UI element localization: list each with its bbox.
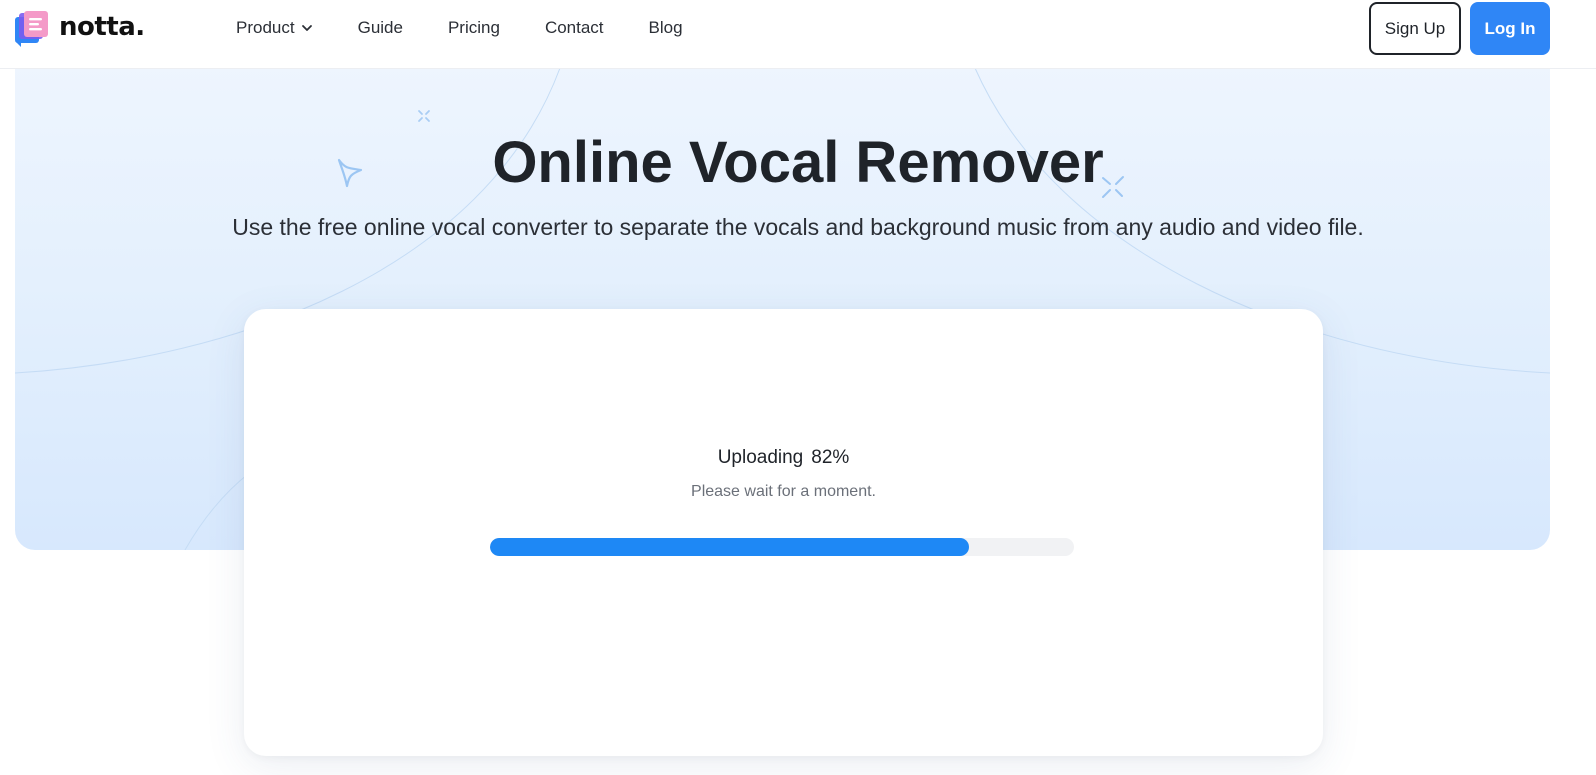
upload-progress-fill xyxy=(490,538,969,556)
nav-item-label: Contact xyxy=(544,18,604,37)
nav-item-label: Pricing xyxy=(447,18,500,37)
nav-item-blog[interactable]: Blog xyxy=(649,18,683,38)
log-in-button[interactable]: Log In xyxy=(1470,2,1550,55)
nav-item-guide[interactable]: Guide xyxy=(358,18,403,38)
main-nav: Product Guide Pricing Contact Blog xyxy=(236,16,728,40)
upload-progress-bar xyxy=(490,538,1074,556)
upload-percent: 82% xyxy=(811,447,850,468)
nav-item-product[interactable]: Product xyxy=(236,18,313,38)
sparkle-burst-icon xyxy=(418,110,430,122)
sign-up-button[interactable]: Sign Up xyxy=(1369,2,1461,55)
nav-item-label: Guide xyxy=(357,18,403,37)
chevron-down-icon xyxy=(301,25,312,31)
logo[interactable]: notta. xyxy=(15,11,145,47)
upload-status: Uploading 82% xyxy=(244,445,1323,471)
page-subtitle: Use the free online vocal converter to s… xyxy=(232,214,1364,240)
nav-item-label: Product xyxy=(236,18,295,37)
logo-text: notta. xyxy=(59,12,145,42)
upload-hint: Please wait for a moment. xyxy=(691,483,876,500)
notta-logo-icon xyxy=(15,11,48,47)
page-title: Online Vocal Remover xyxy=(492,130,1104,195)
nav-item-label: Blog xyxy=(648,18,683,37)
nav-item-pricing[interactable]: Pricing xyxy=(448,18,500,38)
nav-item-contact[interactable]: Contact xyxy=(545,18,604,38)
site-header: notta. Product Guide Pricing Contact Blo… xyxy=(0,0,1596,69)
upload-card: Uploading 82% Please wait for a moment. xyxy=(244,309,1323,756)
upload-status-label: Uploading xyxy=(717,447,804,468)
